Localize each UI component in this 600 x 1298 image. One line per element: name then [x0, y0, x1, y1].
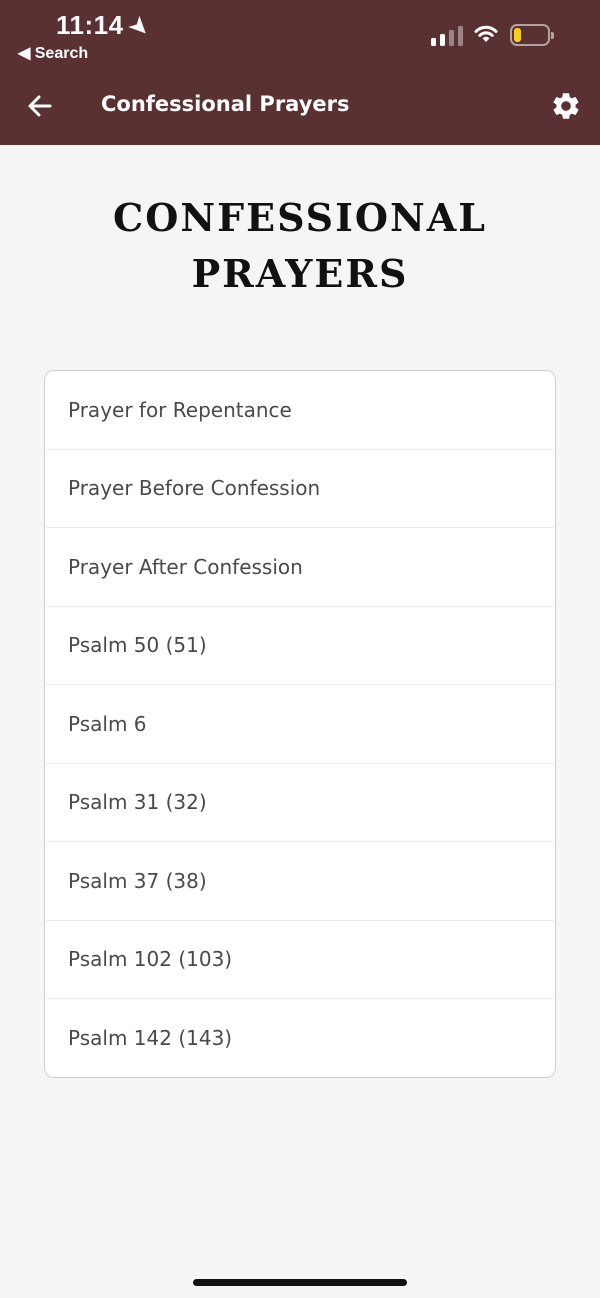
gear-icon[interactable]	[550, 90, 582, 122]
back-to-app-link[interactable]: ◀ Search	[18, 43, 88, 63]
list-item-prayer-for-repentance[interactable]: Prayer for Repentance	[45, 371, 555, 450]
status-time-text: 11:14	[56, 10, 124, 40]
list-item-prayer-after-confession[interactable]: Prayer After Confession	[45, 528, 555, 607]
page-heading-line-1: Confessional	[113, 195, 487, 240]
page-heading-line-2: Prayers	[191, 251, 409, 296]
wifi-icon	[474, 25, 498, 42]
list-item-psalm-102[interactable]: Psalm 102 (103)	[45, 921, 555, 999]
list-item-psalm-37[interactable]: Psalm 37 (38)	[45, 842, 555, 921]
prayer-list: Prayer for Repentance Prayer Before Conf…	[44, 370, 556, 1078]
location-arrow-icon: ➤	[123, 11, 155, 43]
battery-icon	[510, 24, 554, 46]
page-title: Confessional Prayers	[101, 92, 350, 116]
arrow-left-icon[interactable]	[26, 92, 54, 120]
list-item-psalm-31[interactable]: Psalm 31 (32)	[45, 764, 555, 842]
list-item-psalm-142[interactable]: Psalm 142 (143)	[45, 999, 555, 1077]
status-time: 11:14➤	[56, 10, 155, 42]
list-item-psalm-6[interactable]: Psalm 6	[45, 685, 555, 764]
cellular-signal-icon	[431, 24, 463, 46]
list-item-psalm-50[interactable]: Psalm 50 (51)	[45, 607, 555, 685]
app-header: 11:14➤ ◀ Search Confessional Prayers	[0, 0, 600, 145]
list-item-prayer-before-confession[interactable]: Prayer Before Confession	[45, 450, 555, 528]
home-indicator[interactable]	[193, 1279, 407, 1286]
battery-level	[514, 28, 521, 42]
page-heading: Confessional Prayers	[0, 190, 600, 302]
